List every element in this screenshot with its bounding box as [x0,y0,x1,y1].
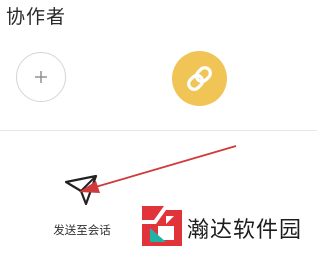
paper-plane-icon [64,174,98,206]
watermark: 瀚达软件园 [140,204,310,250]
section-divider [0,130,317,131]
watermark-text: 瀚达软件园 [187,218,303,243]
collaborators-title: 协作者 [6,6,67,28]
copy-link-button[interactable] [172,51,227,106]
send-to-chat-button[interactable]: 发送至会话 [44,170,120,242]
link-icon [187,66,212,91]
add-collaborator-button[interactable] [16,52,66,102]
watermark-logo-icon [142,206,182,246]
plus-icon [35,71,47,83]
send-to-chat-label: 发送至会话 [53,223,111,237]
